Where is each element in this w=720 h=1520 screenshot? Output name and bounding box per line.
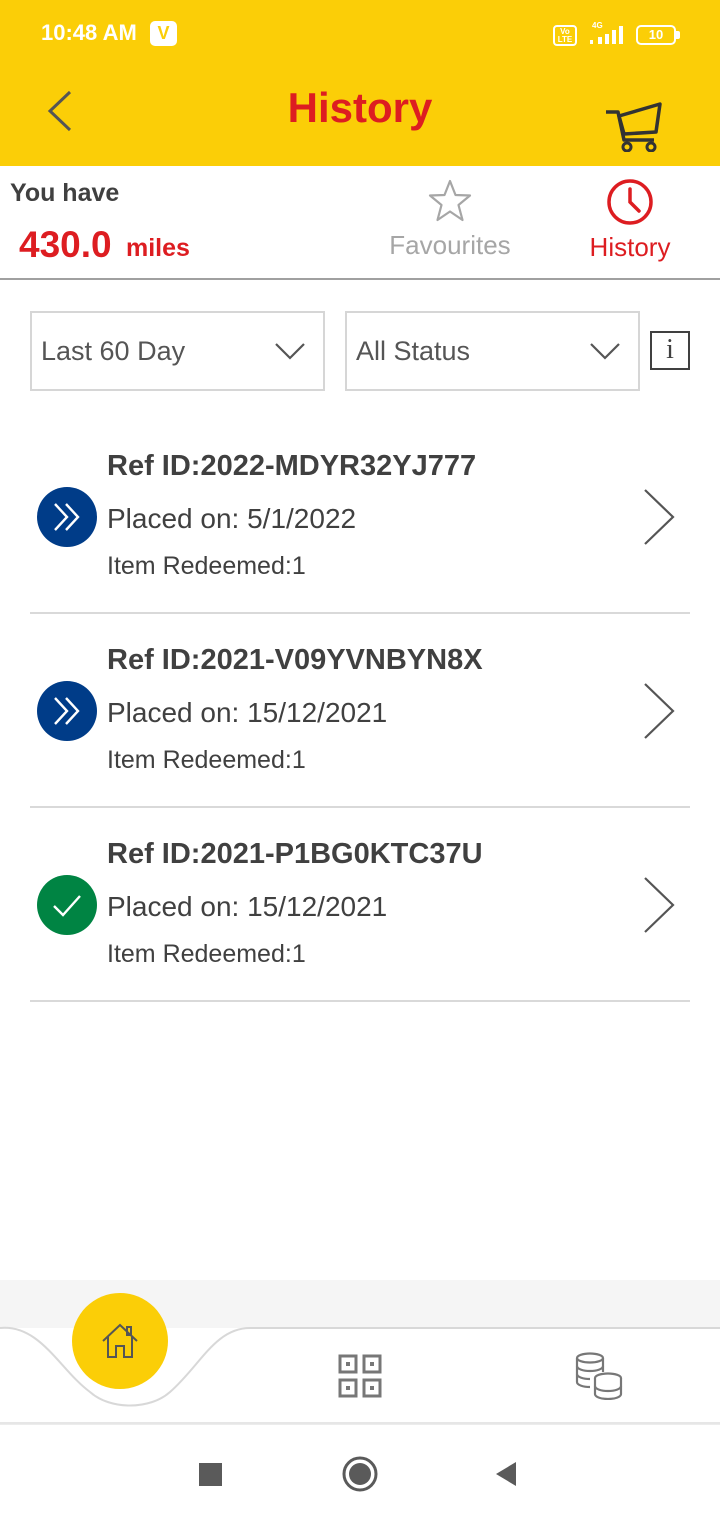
miles-unit: miles	[126, 234, 190, 262]
status-bar: 10:48 AM V Vo LTE 4G 10	[0, 0, 720, 68]
order-placed-date: Placed on: 15/12/2021	[107, 697, 388, 728]
miles-balance: 430.0	[19, 224, 112, 265]
chevron-right-icon	[644, 489, 675, 545]
system-home-button[interactable]	[342, 1456, 378, 1492]
coins-icon[interactable]	[574, 1352, 624, 1400]
order-row[interactable]: Ref ID:2022-MDYR32YJ777 Placed on: 5/1/2…	[30, 420, 690, 614]
chevron-down-icon	[275, 343, 305, 360]
tab-favourites[interactable]: Favourites	[384, 178, 516, 270]
status-time: 10:48 AM	[41, 20, 137, 45]
order-history-list: Ref ID:2022-MDYR32YJ777 Placed on: 5/1/2…	[30, 420, 690, 1002]
star-icon	[428, 179, 472, 222]
order-row[interactable]: Ref ID:2021-V09YVNBYN8X Placed on: 15/12…	[30, 614, 690, 808]
system-back-button[interactable]	[494, 1460, 518, 1488]
clock-icon	[607, 179, 653, 225]
order-items-redeemed: Item Redeemed:1	[107, 746, 306, 774]
order-ref-id: Ref ID:2021-V09YVNBYN8X	[107, 644, 483, 676]
chevron-right-icon	[644, 877, 675, 933]
battery-level: 10	[636, 25, 676, 45]
tab-history[interactable]: History	[582, 178, 678, 270]
order-items-redeemed: Item Redeemed:1	[107, 940, 306, 968]
qr-code-icon[interactable]	[338, 1354, 382, 1398]
order-ref-id: Ref ID:2021-P1BG0KTC37U	[107, 838, 483, 870]
page-title: History	[287, 84, 433, 131]
svg-text:4G: 4G	[592, 21, 603, 30]
tab-favourites-label: Favourites	[389, 230, 511, 260]
period-filter-value: Last 60 Day	[41, 336, 186, 366]
tab-history-label: History	[589, 232, 671, 262]
status-filter-dropdown[interactable]: All Status	[345, 311, 640, 391]
back-button[interactable]	[40, 84, 84, 138]
miles-summary: You have 430.0 miles Favourites History	[0, 166, 720, 280]
period-filter-dropdown[interactable]: Last 60 Day	[30, 311, 325, 391]
system-navigation-bar	[0, 1424, 720, 1520]
chevron-down-icon	[590, 343, 620, 360]
info-button[interactable]: i	[650, 331, 690, 370]
bottom-navigation	[0, 1280, 720, 1424]
order-row[interactable]: Ref ID:2021-P1BG0KTC37U Placed on: 15/12…	[30, 808, 690, 1002]
order-ref-id: Ref ID:2022-MDYR32YJ777	[107, 450, 477, 482]
chevron-left-icon	[47, 90, 72, 132]
signal-icon: 4G	[590, 21, 623, 44]
carrier-badge-icon: V	[150, 21, 177, 46]
home-icon	[102, 1323, 138, 1358]
order-placed-date: Placed on: 15/12/2021	[107, 891, 388, 922]
volte-icon: Vo LTE	[553, 25, 577, 46]
you-have-label: You have	[10, 179, 120, 207]
order-placed-date: Placed on: 5/1/2022	[107, 503, 357, 534]
home-nav-button[interactable]	[72, 1293, 168, 1389]
check-status-icon	[37, 875, 97, 935]
shopping-cart-icon	[606, 102, 662, 153]
status-filter-value: All Status	[356, 336, 471, 366]
processing-status-icon	[37, 487, 97, 547]
app-header: 10:48 AM V Vo LTE 4G 10 History	[0, 0, 720, 166]
processing-status-icon	[37, 681, 97, 741]
recents-button[interactable]	[199, 1463, 222, 1486]
battery-icon: 10	[636, 25, 680, 45]
cart-button[interactable]	[604, 98, 666, 153]
order-items-redeemed: Item Redeemed:1	[107, 552, 306, 580]
chevron-right-icon	[644, 683, 675, 739]
